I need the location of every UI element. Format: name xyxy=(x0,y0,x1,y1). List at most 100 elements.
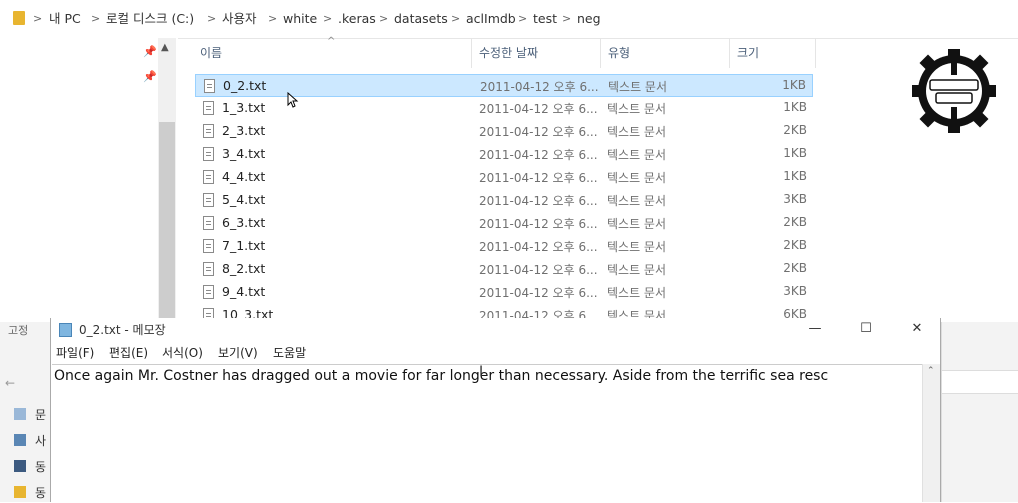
notepad-content: Once again Mr. Costner has dragged out a… xyxy=(54,368,829,384)
scrollbar-thumb[interactable] xyxy=(159,122,175,322)
breadcrumb-item[interactable]: neg xyxy=(577,10,601,28)
column-divider[interactable] xyxy=(471,38,472,68)
file-row[interactable]: 3_4.txt 2011-04-12 오후 6... 텍스트 문서 1KB xyxy=(195,143,813,166)
file-row[interactable]: 6_3.txt 2011-04-12 오후 6... 텍스트 문서 2KB xyxy=(195,212,813,235)
file-size: 2KB xyxy=(783,238,807,252)
file-type: 텍스트 문서 xyxy=(607,240,667,254)
breadcrumb-item[interactable]: aclImdb xyxy=(466,10,516,28)
file-date: 2011-04-12 오후 6... xyxy=(479,217,598,231)
pin-icon[interactable]: 📌 xyxy=(143,45,157,58)
column-header-date[interactable]: 수정한 날짜 xyxy=(479,38,538,68)
chevron-right-icon: > xyxy=(562,12,572,25)
file-size: 1KB xyxy=(783,169,807,183)
chevron-right-icon: > xyxy=(91,12,101,25)
quick-access-item[interactable]: 문 xyxy=(14,406,50,424)
file-size: 2KB xyxy=(783,261,807,275)
file-row[interactable]: 8_2.txt 2011-04-12 오후 6... 텍스트 문서 2KB xyxy=(195,258,813,281)
file-type: 텍스트 문서 xyxy=(607,148,667,162)
notepad-scrollbar[interactable]: ⌃ xyxy=(922,364,940,502)
file-row[interactable]: 5_4.txt 2011-04-12 오후 6... 텍스트 문서 3KB xyxy=(195,189,813,212)
breadcrumb-item[interactable]: test xyxy=(533,10,557,28)
column-divider[interactable] xyxy=(815,38,816,68)
address-bar[interactable]: > 내 PC > 로컬 디스크 (C:) > 사용자 > white > .ke… xyxy=(0,0,1018,39)
quick-access-label: 사 xyxy=(35,434,47,448)
text-file-icon xyxy=(204,79,215,93)
background-explorer-pane: 고정 ← 문 사 동 동 xyxy=(0,322,50,502)
notepad-text-area[interactable]: Once again Mr. Costner has dragged out a… xyxy=(52,364,922,503)
scroll-up-icon[interactable]: ▲ xyxy=(161,42,169,53)
text-file-icon xyxy=(203,262,214,276)
breadcrumb-item[interactable]: .keras xyxy=(338,10,376,28)
file-name: 4_4.txt xyxy=(222,169,266,184)
file-row[interactable]: 2_3.txt 2011-04-12 오후 6... 텍스트 문서 2KB xyxy=(195,120,813,143)
file-name: 7_1.txt xyxy=(222,238,266,253)
notepad-title: 0_2.txt - 메모장 xyxy=(79,323,166,337)
quick-access-item[interactable]: 동 xyxy=(14,484,50,502)
file-row[interactable]: 9_4.txt 2011-04-12 오후 6... 텍스트 문서 3KB xyxy=(195,281,813,304)
menu-format[interactable]: 서식(O) xyxy=(162,344,203,361)
file-size: 1KB xyxy=(782,78,806,92)
file-type: 텍스트 문서 xyxy=(607,125,667,139)
gear-logo-icon xyxy=(912,49,996,133)
breadcrumb-item[interactable]: 사용자 xyxy=(222,10,257,28)
close-button[interactable]: ✕ xyxy=(897,318,937,340)
menu-view[interactable]: 보기(V) xyxy=(218,344,258,361)
file-size: 1KB xyxy=(783,100,807,114)
notepad-titlebar[interactable]: 0_2.txt - 메모장 — ☐ ✕ xyxy=(51,318,940,340)
file-date: 2011-04-12 오후 6... xyxy=(479,102,598,116)
breadcrumb-item[interactable]: datasets xyxy=(394,10,448,28)
menu-edit[interactable]: 편집(E) xyxy=(109,344,148,361)
maximize-button[interactable]: ☐ xyxy=(846,318,886,340)
pin-icon[interactable]: 📌 xyxy=(143,70,157,83)
text-file-icon xyxy=(203,147,214,161)
file-name: 2_3.txt xyxy=(222,123,266,138)
back-arrow-icon[interactable]: ← xyxy=(5,376,15,390)
file-date: 2011-04-12 오후 6... xyxy=(479,286,598,300)
scroll-up-icon[interactable]: ⌃ xyxy=(927,366,935,376)
file-row[interactable]: 7_1.txt 2011-04-12 오후 6... 텍스트 문서 2KB xyxy=(195,235,813,258)
column-header-type[interactable]: 유형 xyxy=(608,38,630,68)
file-row[interactable]: 4_4.txt 2011-04-12 오후 6... 텍스트 문서 1KB xyxy=(195,166,813,189)
file-date: 2011-04-12 오후 6... xyxy=(479,263,598,277)
column-divider[interactable] xyxy=(600,38,601,68)
quick-access-item[interactable]: 동 xyxy=(14,458,50,476)
file-date: 2011-04-12 오후 6... xyxy=(479,125,598,139)
notepad-menubar: 파일(F) 편집(E) 서식(O) 보기(V) 도움말 xyxy=(51,340,940,362)
column-divider[interactable] xyxy=(729,38,730,68)
navigation-pane: 📌 📌 xyxy=(0,38,178,322)
file-name: 5_4.txt xyxy=(222,192,266,207)
video-icon xyxy=(14,460,26,472)
file-size: 3KB xyxy=(783,192,807,206)
quick-access-label: 동 xyxy=(35,460,47,474)
menu-help[interactable]: 도움말 xyxy=(273,344,306,361)
notepad-window: 0_2.txt - 메모장 — ☐ ✕ 파일(F) 편집(E) 서식(O) 보기… xyxy=(50,318,941,503)
pin-tab-label[interactable]: 고정 xyxy=(8,322,28,338)
mouse-pointer-icon xyxy=(287,92,299,108)
quick-access-label: 동 xyxy=(35,486,47,500)
text-file-icon xyxy=(203,193,214,207)
menu-file[interactable]: 파일(F) xyxy=(56,344,94,361)
chevron-right-icon: > xyxy=(323,12,333,25)
file-name: 6_3.txt xyxy=(222,215,266,230)
document-icon xyxy=(14,408,26,420)
file-name: 1_3.txt xyxy=(222,100,266,115)
text-file-icon xyxy=(203,124,214,138)
file-type: 텍스트 문서 xyxy=(607,286,667,300)
file-type: 텍스트 문서 xyxy=(607,194,667,208)
navigation-scrollbar[interactable]: ▲ xyxy=(158,38,176,322)
minimize-button[interactable]: — xyxy=(795,318,835,340)
file-name: 9_4.txt xyxy=(222,284,266,299)
breadcrumb-item[interactable]: 로컬 디스크 (C:) xyxy=(106,10,194,28)
column-header-name[interactable]: 이름 xyxy=(200,38,222,68)
file-type: 텍스트 문서 xyxy=(607,171,667,185)
file-size: 2KB xyxy=(783,123,807,137)
text-file-icon xyxy=(203,101,214,115)
breadcrumb-item[interactable]: 내 PC xyxy=(49,10,81,28)
breadcrumb-item[interactable]: white xyxy=(283,10,317,28)
column-header-size[interactable]: 크기 xyxy=(737,38,759,68)
quick-access-item[interactable]: 사 xyxy=(14,432,50,450)
file-type: 텍스트 문서 xyxy=(607,102,667,116)
file-name: 3_4.txt xyxy=(222,146,266,161)
text-file-icon xyxy=(203,239,214,253)
folder-icon xyxy=(14,486,26,498)
